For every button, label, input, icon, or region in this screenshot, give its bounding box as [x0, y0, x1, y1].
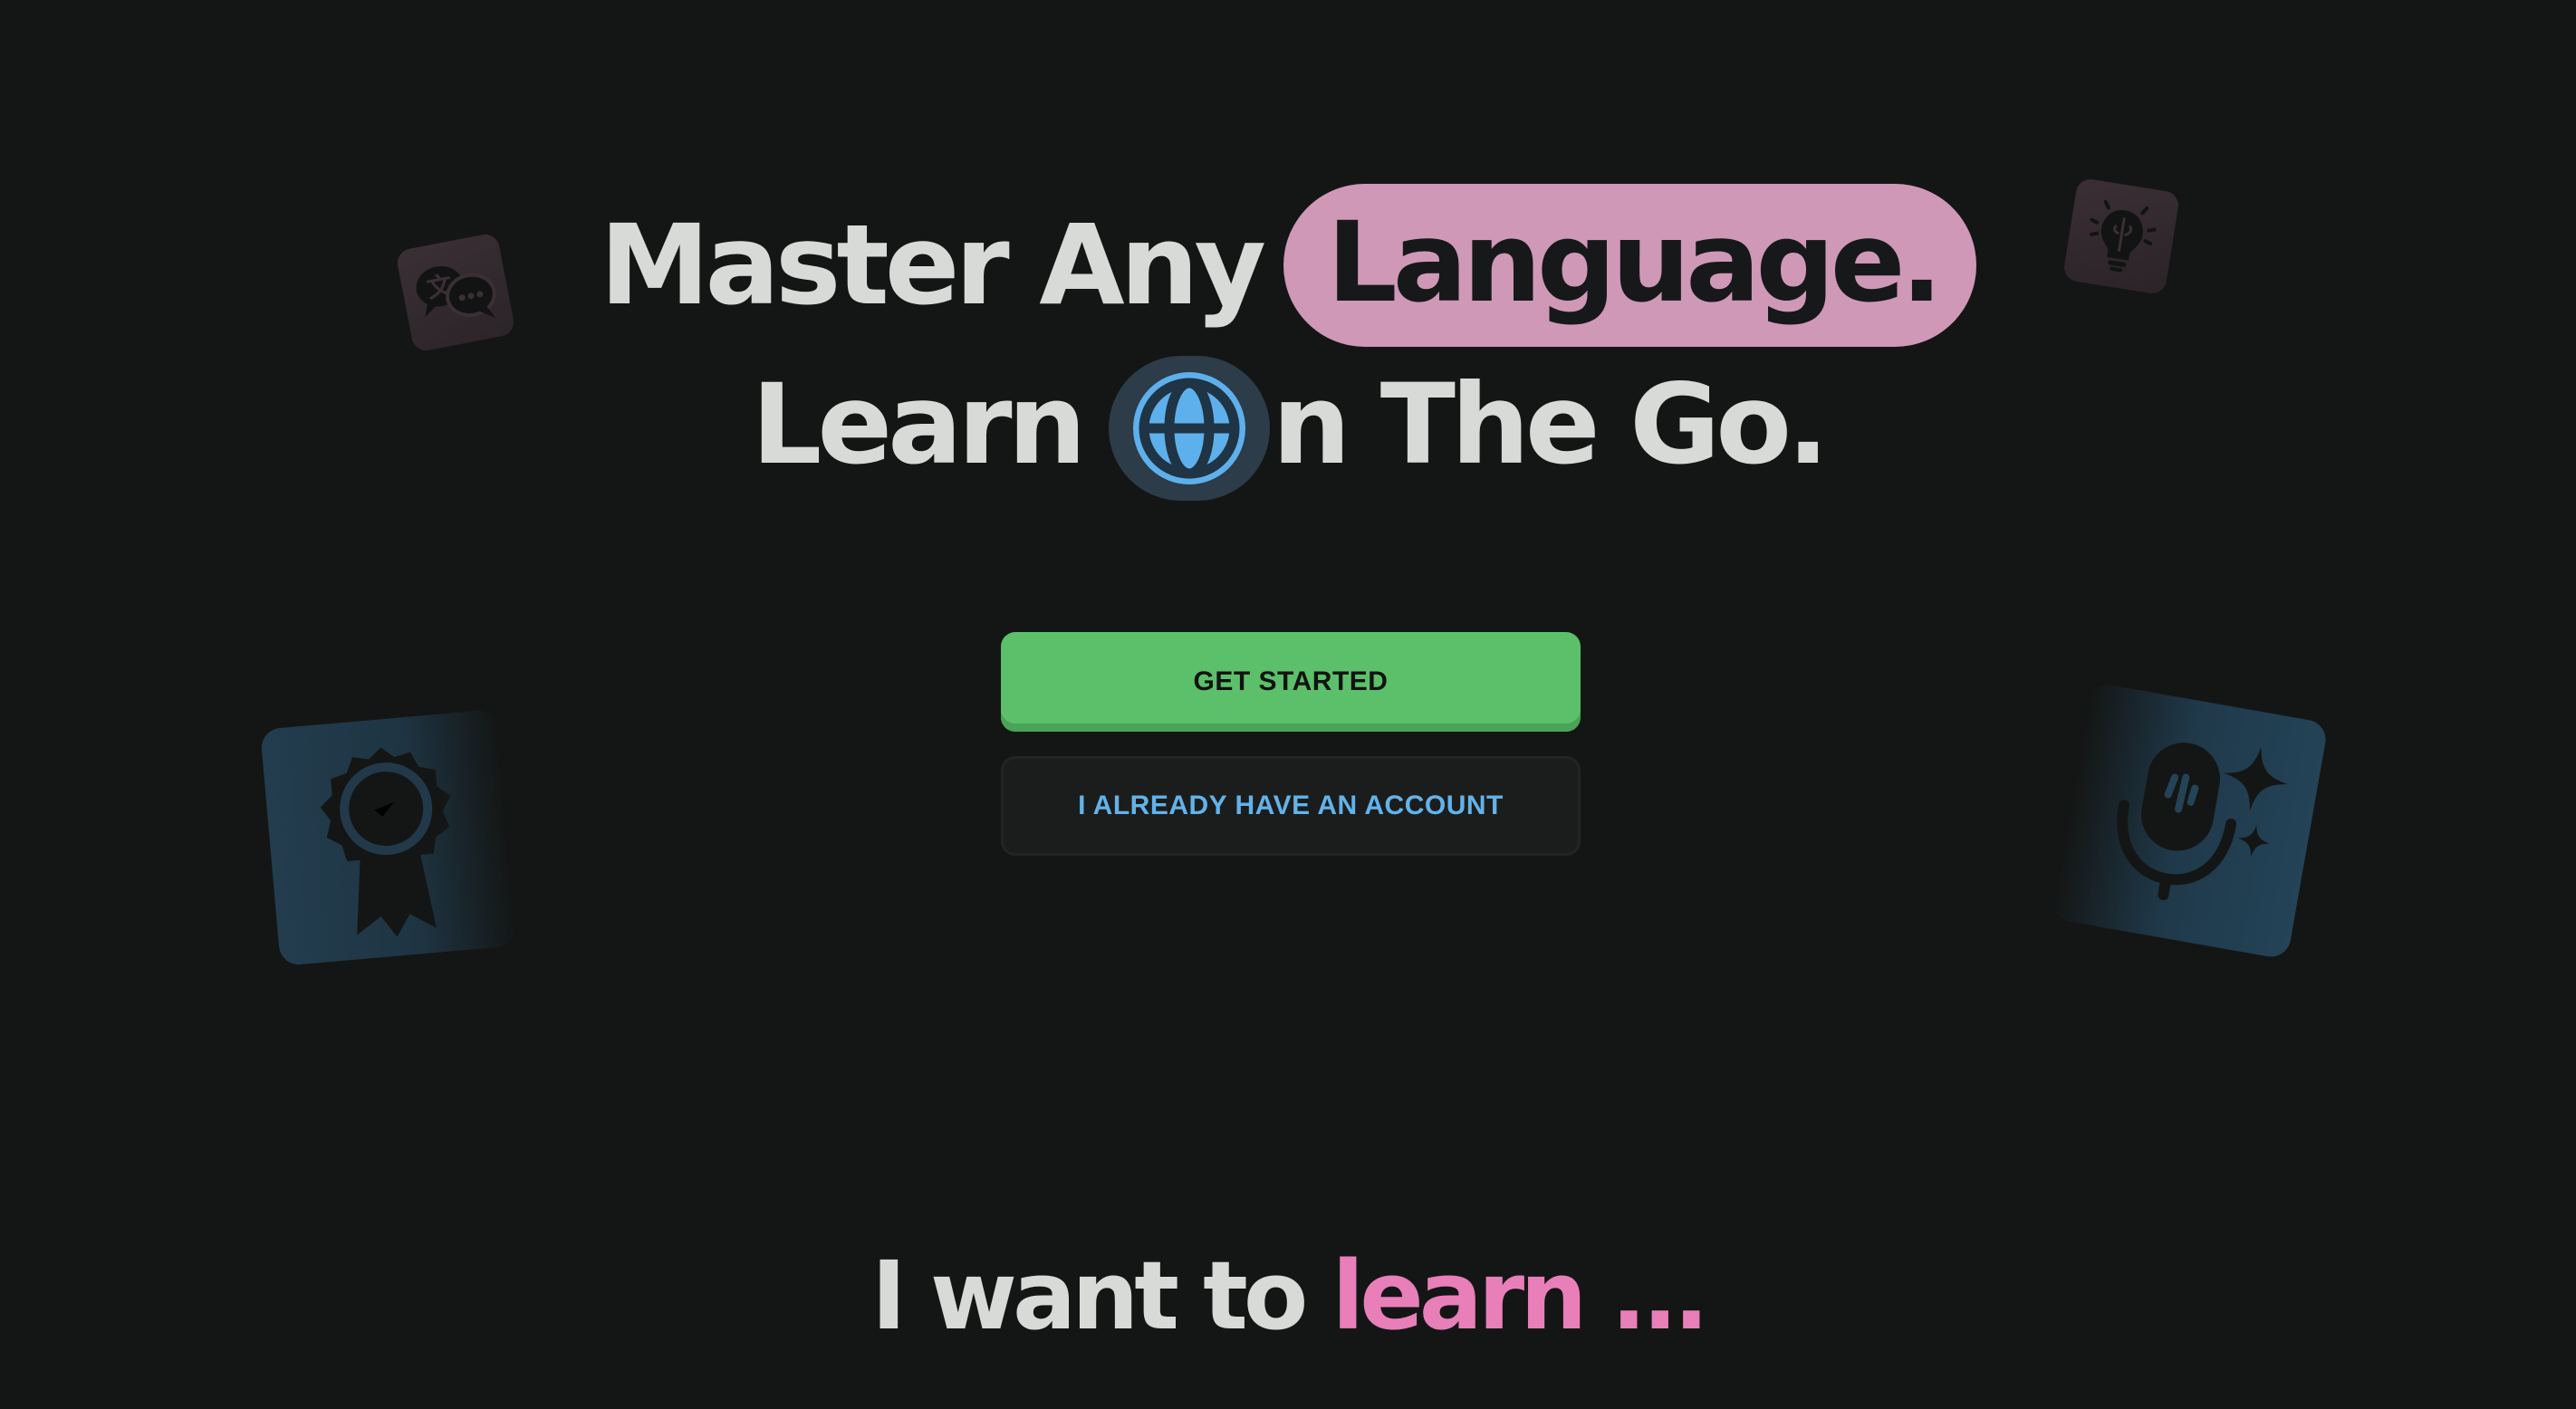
hero-heading: Master Any Language. Learn n The Go. — [0, 184, 2576, 504]
learn-prompt-accent: learn ... — [1331, 1241, 1709, 1351]
get-started-label: GET STARTED — [1193, 666, 1389, 696]
globe-icon — [1133, 372, 1246, 484]
globe-badge — [1109, 356, 1271, 501]
existing-account-label: I ALREADY HAVE AN ACCOUNT — [1078, 791, 1504, 820]
language-highlight-pill: Language. — [1283, 184, 1976, 347]
hero-line-1: Master Any Language. — [0, 184, 2576, 347]
existing-account-button[interactable]: I ALREADY HAVE AN ACCOUNT — [1001, 756, 1581, 856]
get-started-button[interactable]: GET STARTED — [1001, 632, 1581, 732]
hero-line-1-prefix: Master Any — [600, 201, 1266, 330]
microphone-tile — [2051, 682, 2329, 960]
hero-line-2: Learn n The Go. — [0, 345, 2576, 504]
ai-microphone-icon — [2116, 742, 2288, 900]
learn-prompt-heading: I want to learn ... — [0, 1241, 2576, 1351]
hero-line-2-prefix: Learn — [751, 360, 1087, 489]
award-tile — [260, 709, 517, 966]
hero-line-2-suffix: n The Go. — [1272, 360, 1829, 489]
learn-prompt-prefix: I want to — [871, 1241, 1308, 1351]
award-badge-icon — [320, 747, 451, 937]
